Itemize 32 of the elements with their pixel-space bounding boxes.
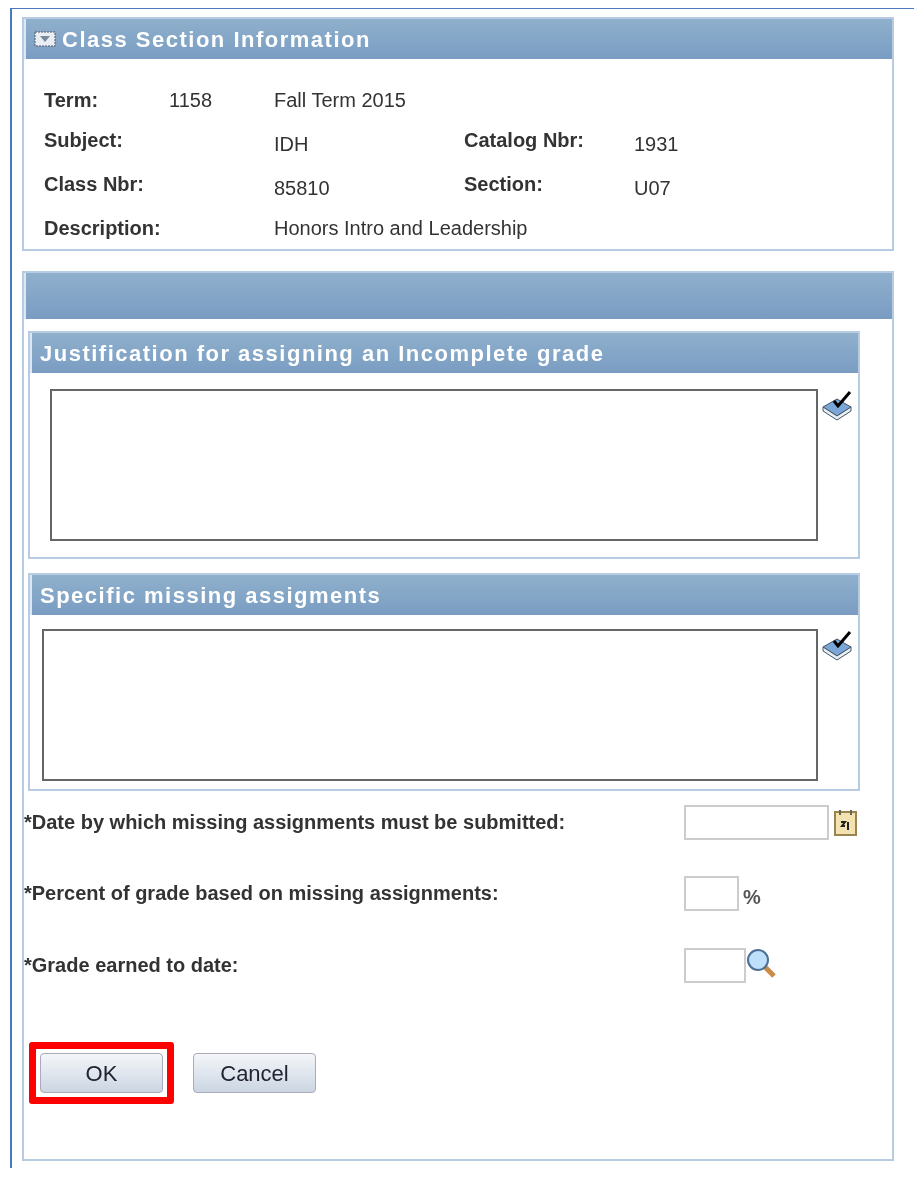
percent-sign: % bbox=[743, 885, 761, 910]
input-field[interactable] bbox=[684, 948, 746, 983]
text-area[interactable] bbox=[42, 629, 818, 781]
search-icon[interactable] bbox=[746, 948, 778, 980]
field-value: 1158 bbox=[169, 88, 212, 113]
field-value: 85810 bbox=[274, 176, 330, 201]
date-field[interactable] bbox=[684, 805, 829, 840]
field-value: Honors Intro and Leadership bbox=[274, 216, 528, 241]
field-label: *Date by which missing assignments must be submitted: bbox=[24, 810, 567, 835]
field-label: Section: bbox=[464, 172, 543, 197]
field-value: IDH bbox=[274, 132, 309, 157]
ok-button[interactable]: OK bbox=[40, 1053, 163, 1093]
field-label: Catalog Nbr: bbox=[464, 128, 584, 153]
spellcheck-icon[interactable] bbox=[820, 389, 854, 421]
field-label: Term: bbox=[44, 88, 99, 113]
field-label: Description: bbox=[44, 216, 161, 241]
section-title: Class Section Information bbox=[62, 25, 371, 54]
calendar-icon[interactable] bbox=[833, 809, 859, 837]
field-label: Class Nbr: bbox=[44, 172, 145, 197]
field-label: *Percent of grade based on missing assignments: bbox=[24, 881, 500, 906]
section-title: Specific missing assigments bbox=[40, 581, 382, 610]
collapse-icon[interactable] bbox=[34, 31, 56, 47]
field-value: U07 bbox=[634, 176, 671, 201]
text-area[interactable] bbox=[50, 389, 818, 541]
section-title: Justification for assigning an Incomplete grade bbox=[40, 339, 605, 368]
field-label: *Grade earned to date: bbox=[24, 953, 240, 978]
cancel-button[interactable]: Cancel bbox=[193, 1053, 316, 1093]
input-field[interactable] bbox=[684, 876, 739, 911]
field-value: 1931 bbox=[634, 132, 679, 157]
field-label: Subject: bbox=[44, 128, 123, 153]
field-value: Fall Term 2015 bbox=[274, 88, 406, 113]
spellcheck-icon[interactable] bbox=[820, 629, 854, 661]
